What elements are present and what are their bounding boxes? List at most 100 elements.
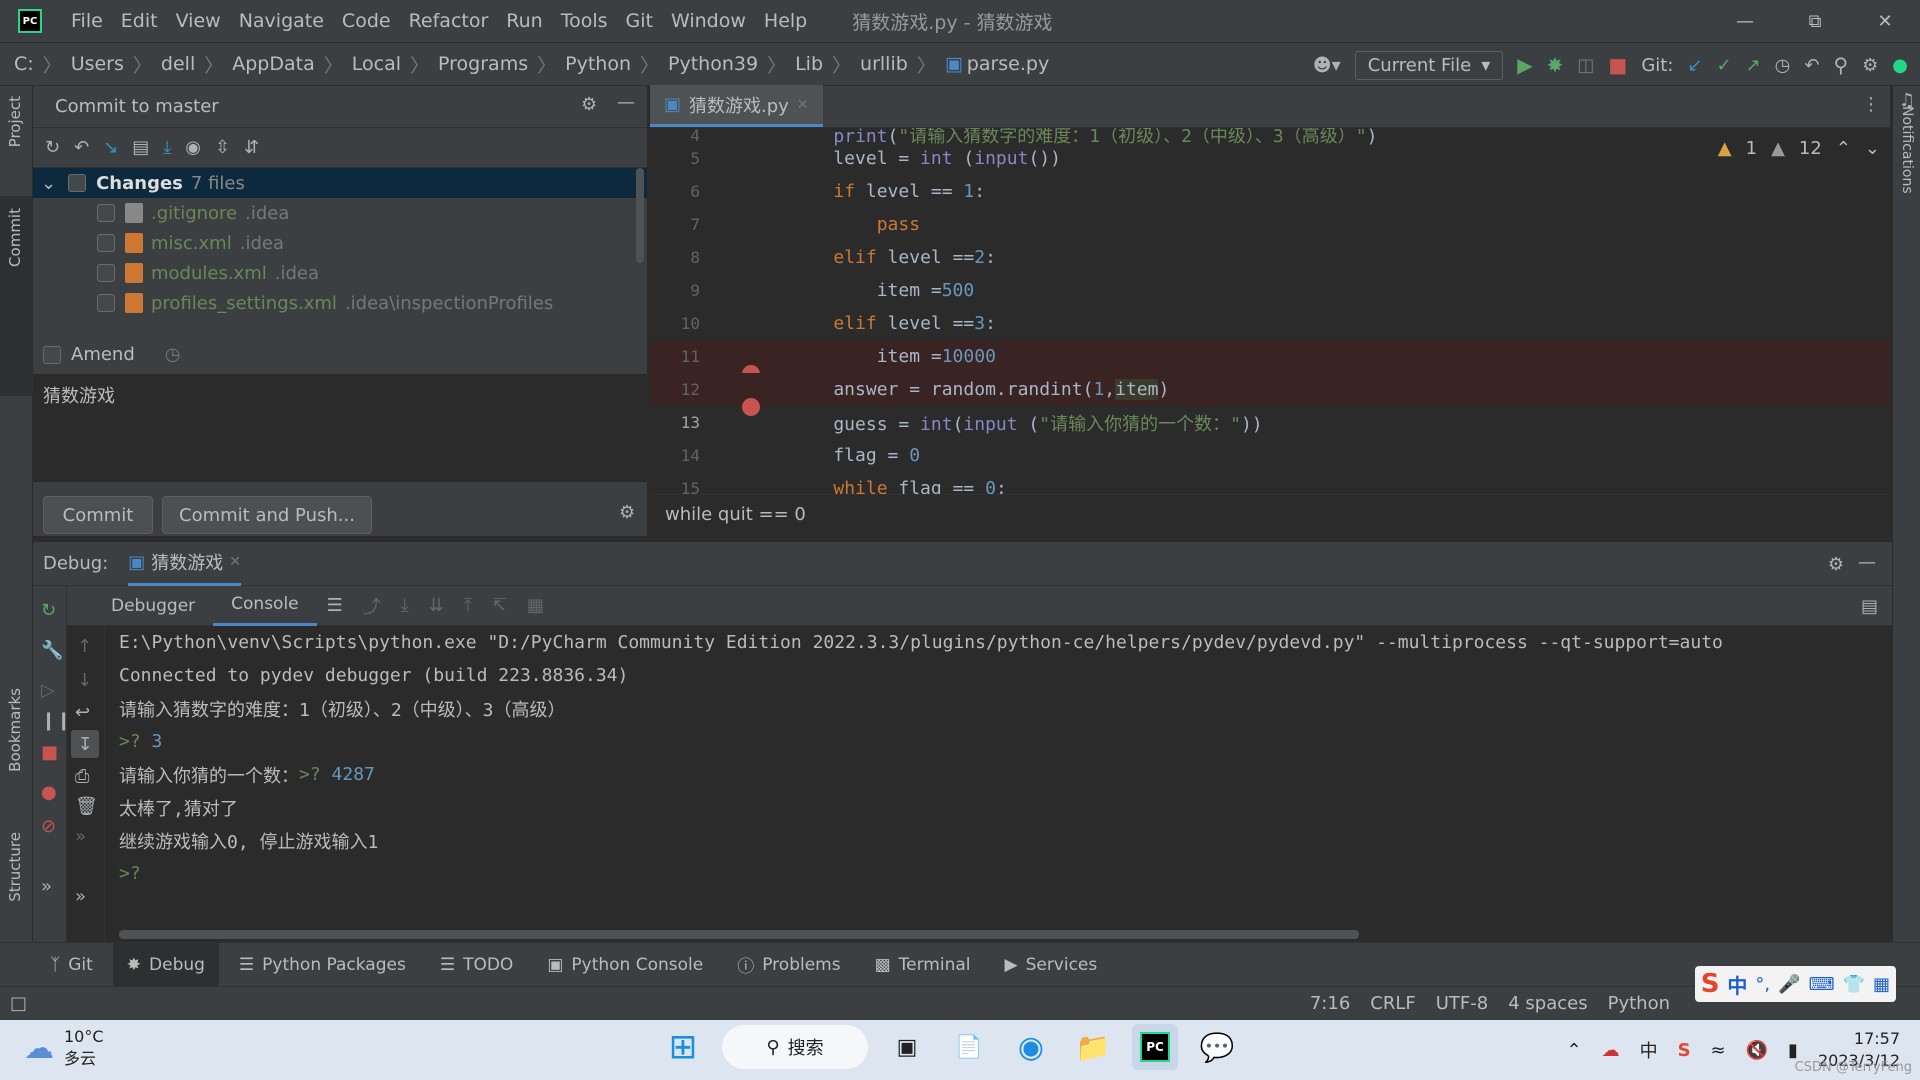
tool-tab-debug[interactable]: ✸ Debug [112, 942, 219, 987]
plugin-logo-icon[interactable]: ● [1892, 55, 1908, 76]
history-icon[interactable]: ◷ [1775, 55, 1791, 76]
restore-icon[interactable]: ⧉ [1780, 0, 1850, 42]
keyboard-icon[interactable]: ⌨ [1809, 974, 1835, 995]
diff-icon[interactable]: ▤ [132, 137, 149, 158]
crumb-dell[interactable]: dell [161, 53, 195, 75]
git-commit-icon[interactable]: ✓ [1716, 55, 1731, 76]
git-push-icon[interactable]: ↗ [1746, 55, 1761, 76]
crumb-appdata[interactable]: AppData [232, 53, 315, 75]
step-over-icon[interactable]: ⤴ [363, 593, 381, 619]
debug-session-tab[interactable]: ▣ 猜数游戏 ✕ [128, 542, 242, 586]
chevron-up-icon[interactable]: ⌃ [1566, 1040, 1581, 1061]
amend-checkbox[interactable] [43, 345, 61, 364]
shelve-icon[interactable]: ⤓ [163, 137, 171, 158]
commit-message-input[interactable]: 猜数游戏 [33, 374, 647, 482]
toggle-tool-windows-icon[interactable]: □ [10, 993, 27, 1014]
chevron-down-icon[interactable]: ⌄ [41, 173, 56, 194]
soft-wrap-icon[interactable]: ↩ [75, 702, 90, 723]
weather-widget[interactable]: ☁ 10°C 多云 [24, 1026, 104, 1070]
edge-icon[interactable]: ◉ [1008, 1024, 1054, 1070]
windows-start-icon[interactable]: ⊞ [660, 1024, 706, 1070]
crumb-drive[interactable]: C: [14, 53, 34, 75]
skin-icon[interactable]: 👕 [1843, 974, 1865, 995]
search-icon[interactable]: ⚲ [1833, 53, 1848, 77]
gear-icon[interactable]: ⚙ [581, 94, 597, 115]
list-item[interactable]: profiles_settings.xml .idea\inspectionPr… [33, 288, 647, 318]
user-icon[interactable]: ☻▾ [1313, 55, 1341, 76]
resume-icon[interactable]: ▷ [41, 680, 55, 701]
step-into-my-code-icon[interactable]: ⇊ [429, 595, 444, 616]
notepad-icon[interactable]: 📄 [946, 1024, 992, 1070]
crumb-python[interactable]: Python [565, 53, 631, 75]
step-into-icon[interactable]: ⤓ [401, 595, 409, 616]
console-input-line[interactable]: >? [119, 857, 1889, 890]
menu-run[interactable]: Run [497, 10, 551, 32]
tab-debugger[interactable]: Debugger [93, 586, 213, 626]
inspection-widget[interactable]: ▲ 1 ▲ 12 ⌃ ⌄ [1718, 138, 1880, 159]
notifications-tool-tab[interactable]: Notifications [1899, 106, 1915, 194]
tree-scrollbar[interactable] [636, 168, 644, 263]
menu-view[interactable]: View [167, 10, 230, 32]
list-item[interactable]: misc.xml .idea [33, 228, 647, 258]
eye-icon[interactable]: ◉ [185, 137, 201, 158]
layout-icon[interactable]: ▤ [1861, 596, 1878, 617]
editor-tab-active[interactable]: ▣ 猜数游戏.py ✕ [650, 85, 823, 127]
more-icon[interactable]: » [75, 886, 86, 907]
indent-setting[interactable]: 4 spaces [1508, 993, 1587, 1014]
crumb-python39[interactable]: Python39 [668, 53, 758, 75]
show-more-icon[interactable]: » [75, 826, 86, 847]
gear-icon[interactable]: ⚙ [1828, 554, 1844, 575]
code-area[interactable]: 4 print("请输入猜数字的难度：1（初级）、2（中级）、3（高级）") 5… [650, 128, 1890, 494]
file-checkbox[interactable] [97, 204, 115, 222]
evaluate-icon[interactable]: ▦ [527, 595, 544, 616]
crumb-urllib[interactable]: urllib [860, 53, 908, 75]
tool-tab-python-packages[interactable]: ☰ Python Packages [225, 943, 420, 987]
collapse-all-icon[interactable]: ⇵ [244, 137, 259, 158]
tool-tab-services[interactable]: ▶ Services [990, 943, 1111, 987]
settings-icon[interactable]: ⚙ [1862, 55, 1878, 76]
menu-tools[interactable]: Tools [552, 10, 617, 32]
print-icon[interactable]: ⎙ [75, 766, 89, 787]
arrow-down-icon[interactable]: ↓ [77, 670, 92, 691]
tab-console[interactable]: Console [213, 586, 317, 626]
tool-tab-problems[interactable]: ⓘ Problems [723, 943, 854, 987]
more-options-icon[interactable]: ⋮ [1862, 94, 1880, 115]
chevron-up-icon[interactable]: ⌃ [1836, 138, 1851, 159]
commit-and-push-button[interactable]: Commit and Push... [162, 496, 372, 534]
rollback-icon[interactable]: ↶ [1804, 55, 1819, 76]
wechat-icon[interactable]: 💬 [1194, 1024, 1240, 1070]
rollback-icon[interactable]: ↶ [74, 137, 89, 158]
cloud-error-icon[interactable]: ☁ [1602, 1040, 1620, 1061]
close-tab-icon[interactable]: ✕ [229, 554, 241, 570]
bookmarks-tool-tab[interactable]: Bookmarks [6, 688, 24, 772]
tool-tab-todo[interactable]: ☰ TODO [426, 943, 528, 987]
tool-tab-python-console[interactable]: ▣ Python Console [533, 943, 717, 987]
changes-group-row[interactable]: ⌄ Changes 7 files [33, 168, 647, 198]
menu-navigate[interactable]: Navigate [230, 10, 333, 32]
microphone-icon[interactable]: 🎤 [1778, 974, 1800, 995]
git-update-icon[interactable]: ↙ [1687, 55, 1702, 76]
menu-code[interactable]: Code [333, 10, 400, 32]
coverage-icon[interactable]: ◫ [1577, 55, 1594, 76]
wifi-icon[interactable]: ≈ [1711, 1040, 1726, 1061]
run-config-dropdown[interactable]: Current File ▾ [1354, 50, 1504, 80]
file-encoding[interactable]: UTF-8 [1436, 993, 1488, 1014]
file-checkbox[interactable] [97, 234, 115, 252]
caret-position[interactable]: 7:16 [1310, 993, 1350, 1014]
close-tab-icon[interactable]: ✕ [797, 97, 809, 113]
more-icon[interactable]: » [41, 876, 52, 897]
battery-icon[interactable]: ▮ [1788, 1040, 1798, 1061]
sogou-logo-icon[interactable]: S [1701, 969, 1720, 999]
interpreter[interactable]: Python [1608, 993, 1670, 1014]
minimize-icon[interactable]: — [1710, 0, 1780, 42]
refresh-icon[interactable]: ↻ [45, 137, 60, 158]
hide-panel-icon[interactable]: — [617, 92, 635, 113]
hide-panel-icon[interactable]: — [1858, 552, 1876, 573]
list-item[interactable]: .gitignore .idea [33, 198, 647, 228]
arrow-up-icon[interactable]: ↑ [77, 636, 92, 657]
file-explorer-icon[interactable]: 📁 [1070, 1024, 1116, 1070]
rerun-icon[interactable]: ↻ [41, 600, 56, 621]
code-breadcrumb[interactable]: while quit == 0 [650, 494, 1890, 534]
task-view-icon[interactable]: ▣ [884, 1024, 930, 1070]
grid-icon[interactable]: ▦ [1873, 974, 1890, 995]
